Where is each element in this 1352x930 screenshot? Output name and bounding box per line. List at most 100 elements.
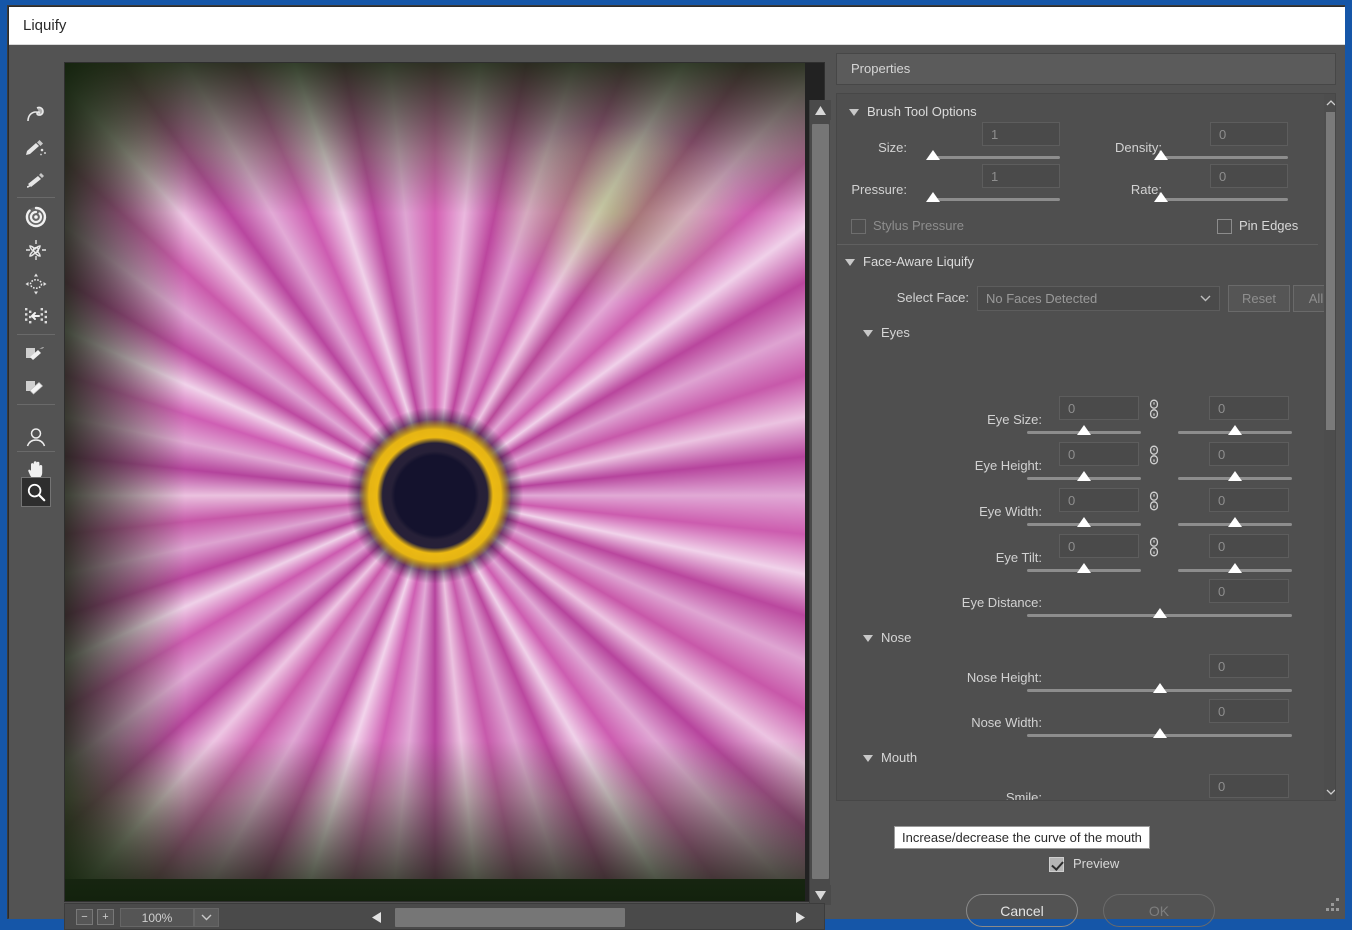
pressure-value-field[interactable]: 1 [982, 164, 1060, 188]
eye-tilt-left-field[interactable]: 0 [1059, 534, 1139, 558]
mouth-title: Mouth [881, 750, 918, 765]
density-slider-handle[interactable] [1154, 150, 1168, 160]
nose-width-label: Nose Width: [971, 715, 1042, 730]
freeze-mask-tool-icon[interactable] [21, 338, 51, 368]
eye-size-link-icon[interactable] [1147, 399, 1161, 419]
properties-header-label: Properties [851, 61, 911, 76]
eye-tilt-left-slider-handle[interactable] [1077, 563, 1091, 573]
cancel-button[interactable]: Cancel [966, 894, 1078, 927]
eye-distance-field[interactable]: 0 [1209, 579, 1289, 603]
eye-distance-slider-handle[interactable] [1153, 608, 1167, 618]
eye-size-left-slider-handle[interactable] [1077, 425, 1091, 435]
panel-scroll-up-arrow-icon[interactable] [1324, 94, 1335, 110]
reset-face-button[interactable]: Reset [1228, 285, 1290, 312]
zoom-dropdown-chevron-down-icon[interactable] [194, 908, 219, 927]
face-aware-disclosure-triangle-icon[interactable] [845, 259, 855, 266]
panel-scroll-down-arrow-icon[interactable] [1324, 784, 1335, 800]
image-preview-canvas[interactable] [64, 62, 825, 902]
scroll-down-arrow-icon[interactable] [810, 885, 831, 905]
face-aware-liquify-section[interactable]: Face-Aware Liquify [837, 250, 1318, 276]
select-face-chevron-down-icon [1200, 295, 1211, 302]
eye-width-left-slider-handle[interactable] [1077, 517, 1091, 527]
slider-tooltip: Increase/decrease the curve of the mouth [894, 826, 1150, 849]
rate-slider-handle[interactable] [1154, 192, 1168, 202]
reconstruct-tool-icon[interactable] [21, 133, 51, 163]
eye-distance-label: Eye Distance: [961, 595, 1042, 610]
pressure-slider-track[interactable] [932, 198, 1060, 201]
nose-group[interactable]: Nose [837, 627, 1318, 653]
eye-size-label: Eye Size: [987, 412, 1042, 427]
stylus-pressure-checkbox[interactable] [851, 219, 866, 234]
nose-width-field[interactable]: 0 [1209, 699, 1289, 723]
eyes-group[interactable]: Eyes [837, 322, 1318, 348]
canvas-vertical-scrollbar[interactable] [809, 100, 831, 905]
nose-height-field[interactable]: 0 [1209, 654, 1289, 678]
pressure-slider-handle[interactable] [926, 192, 940, 202]
bloat-tool-icon[interactable] [21, 269, 51, 299]
scroll-right-arrow-icon[interactable] [789, 907, 811, 928]
nose-disclosure-triangle-icon[interactable] [863, 635, 873, 642]
twirl-clockwise-tool-icon[interactable] [21, 202, 51, 232]
eye-width-right-slider-handle[interactable] [1228, 517, 1242, 527]
nose-height-slider-handle[interactable] [1153, 683, 1167, 693]
size-slider-handle[interactable] [926, 150, 940, 160]
resize-grip-icon[interactable] [1323, 898, 1339, 914]
size-value-field[interactable]: 1 [982, 122, 1060, 146]
eye-tilt-right-field[interactable]: 0 [1209, 534, 1289, 558]
forward-warp-tool-icon[interactable] [21, 99, 51, 129]
eye-height-left-field[interactable]: 0 [1059, 442, 1139, 466]
select-face-dropdown[interactable]: No Faces Detected [977, 286, 1220, 311]
push-left-tool-icon[interactable] [21, 301, 51, 331]
photo-highlight [485, 123, 745, 303]
size-label: Size: [878, 140, 907, 155]
canvas-horizontal-scrollbar[interactable] [395, 908, 785, 927]
select-face-label: Select Face: [896, 290, 969, 305]
properties-scroll-area[interactable]: Brush Tool Options Size: 1 Density: 0 Pr… [836, 93, 1336, 801]
density-slider-track[interactable] [1160, 156, 1288, 159]
mouth-group[interactable]: Mouth [837, 747, 1318, 773]
eye-size-right-slider-handle[interactable] [1228, 425, 1242, 435]
eye-height-left-slider-handle[interactable] [1077, 471, 1091, 481]
dialog-title: Liquify [23, 17, 67, 34]
eye-width-link-icon[interactable] [1147, 491, 1161, 511]
eye-height-right-field[interactable]: 0 [1209, 442, 1289, 466]
scroll-up-arrow-icon[interactable] [810, 100, 831, 120]
eye-size-left-field[interactable]: 0 [1059, 396, 1139, 420]
pucker-tool-icon[interactable] [21, 235, 51, 265]
ok-button[interactable]: OK [1103, 894, 1215, 927]
properties-scroll-thumb[interactable] [1326, 112, 1335, 430]
zoom-level-field[interactable]: 100% [120, 908, 194, 927]
eye-size-right-field[interactable]: 0 [1209, 396, 1289, 420]
zoom-tool-icon[interactable] [21, 477, 51, 507]
density-value-field[interactable]: 0 [1210, 122, 1288, 146]
eye-width-right-field[interactable]: 0 [1209, 488, 1289, 512]
properties-vertical-scrollbar[interactable] [1324, 94, 1335, 800]
size-slider-track[interactable] [932, 156, 1060, 159]
scroll-left-arrow-icon[interactable] [365, 907, 387, 928]
eye-tilt-right-slider-handle[interactable] [1228, 563, 1242, 573]
brush-tool-options-title: Brush Tool Options [867, 104, 977, 119]
face-tool-icon[interactable] [21, 423, 51, 453]
eye-height-right-slider-handle[interactable] [1228, 471, 1242, 481]
density-label: Density: [1115, 140, 1162, 155]
eyes-disclosure-triangle-icon[interactable] [863, 330, 873, 337]
nose-width-slider-handle[interactable] [1153, 728, 1167, 738]
thaw-mask-tool-icon[interactable] [21, 371, 51, 401]
canvas-vscroll-thumb[interactable] [812, 124, 829, 879]
liquify-toolbar [9, 45, 64, 919]
zoom-in-button[interactable]: + [97, 909, 114, 925]
preview-checkbox[interactable] [1049, 857, 1064, 872]
mouth-disclosure-triangle-icon[interactable] [863, 755, 873, 762]
eye-width-left-field[interactable]: 0 [1059, 488, 1139, 512]
section-divider-1 [837, 244, 1318, 245]
eye-height-link-icon[interactable] [1147, 445, 1161, 465]
eye-tilt-link-icon[interactable] [1147, 537, 1161, 557]
pin-edges-checkbox[interactable] [1217, 219, 1232, 234]
brush-tool-options-disclosure-triangle-icon[interactable] [849, 109, 859, 116]
zoom-out-button[interactable]: − [76, 909, 93, 925]
smooth-tool-icon[interactable] [21, 165, 51, 195]
rate-slider-track[interactable] [1160, 198, 1288, 201]
canvas-hscroll-thumb[interactable] [395, 908, 625, 927]
smile-field[interactable]: 0 [1209, 774, 1289, 798]
rate-value-field[interactable]: 0 [1210, 164, 1288, 188]
